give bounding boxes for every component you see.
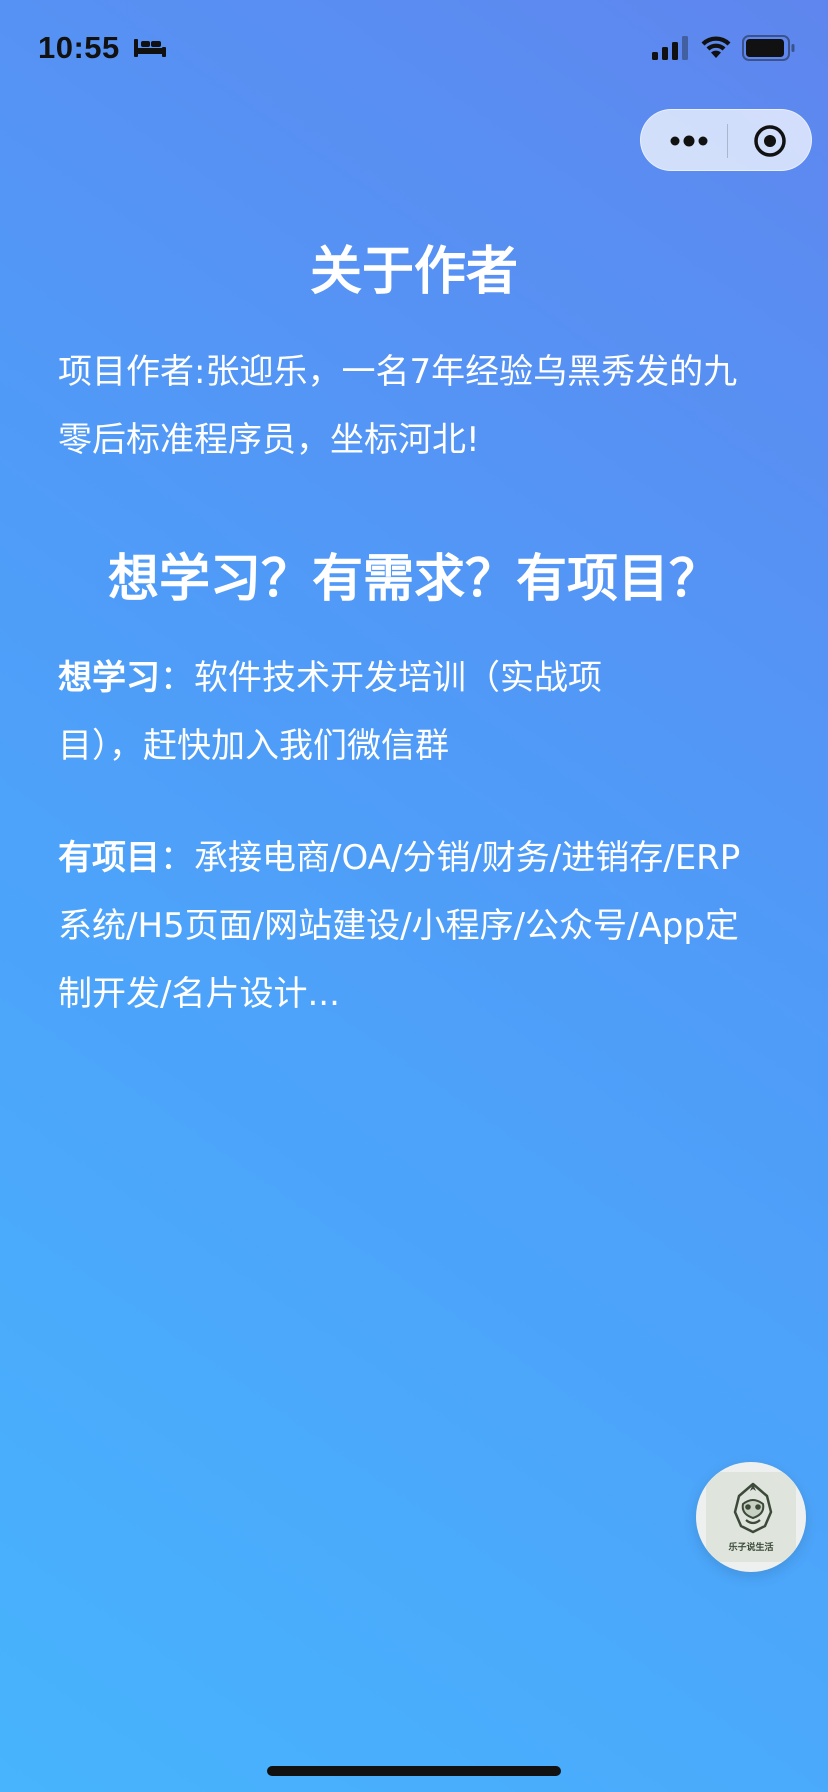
avatar-logo: 乐子说生活 (706, 1472, 796, 1562)
status-time: 10:55 (38, 30, 120, 65)
home-indicator[interactable] (267, 1766, 561, 1776)
status-bar: 10:55 (0, 0, 828, 100)
project-paragraph: 有项目：承接电商/OA/分销/财务/进销存/ERP系统/H5页面/网站建设/小程… (58, 824, 770, 1028)
mini-program-capsule (640, 109, 812, 171)
project-colon: ： (160, 838, 194, 878)
author-intro: 项目作者:张迎乐，一名7年经验乌黑秀发的九零后标准程序员，坐标河北! (58, 352, 738, 460)
cellular-signal-icon (652, 36, 688, 60)
monkey-logo-icon (733, 1482, 773, 1534)
wifi-icon (701, 36, 731, 58)
want-title: 想学习？有需求？有项目？ (107, 550, 720, 609)
project-label: 有项目 (58, 838, 160, 878)
more-dots-icon[interactable] (665, 126, 717, 156)
learn-label: 想学习 (58, 658, 160, 698)
avatar-caption: 乐子说生活 (728, 1543, 774, 1553)
close-target-icon[interactable] (753, 124, 787, 158)
learn-colon: ： (160, 658, 194, 698)
sleep-mode-icon (134, 39, 166, 57)
about-title: 关于作者 (309, 242, 518, 302)
about-content: 关于作者 项目作者:张迎乐，一名7年经验乌黑秀发的九零后标准程序员，坐标河北! … (58, 232, 770, 1028)
floating-avatar-button[interactable]: 乐子说生活 (696, 1462, 806, 1572)
capsule-divider (727, 124, 728, 158)
battery-icon (742, 35, 795, 61)
learn-paragraph: 想学习：软件技术开发培训（实战项目），赶快加入我们微信群 (58, 644, 678, 780)
